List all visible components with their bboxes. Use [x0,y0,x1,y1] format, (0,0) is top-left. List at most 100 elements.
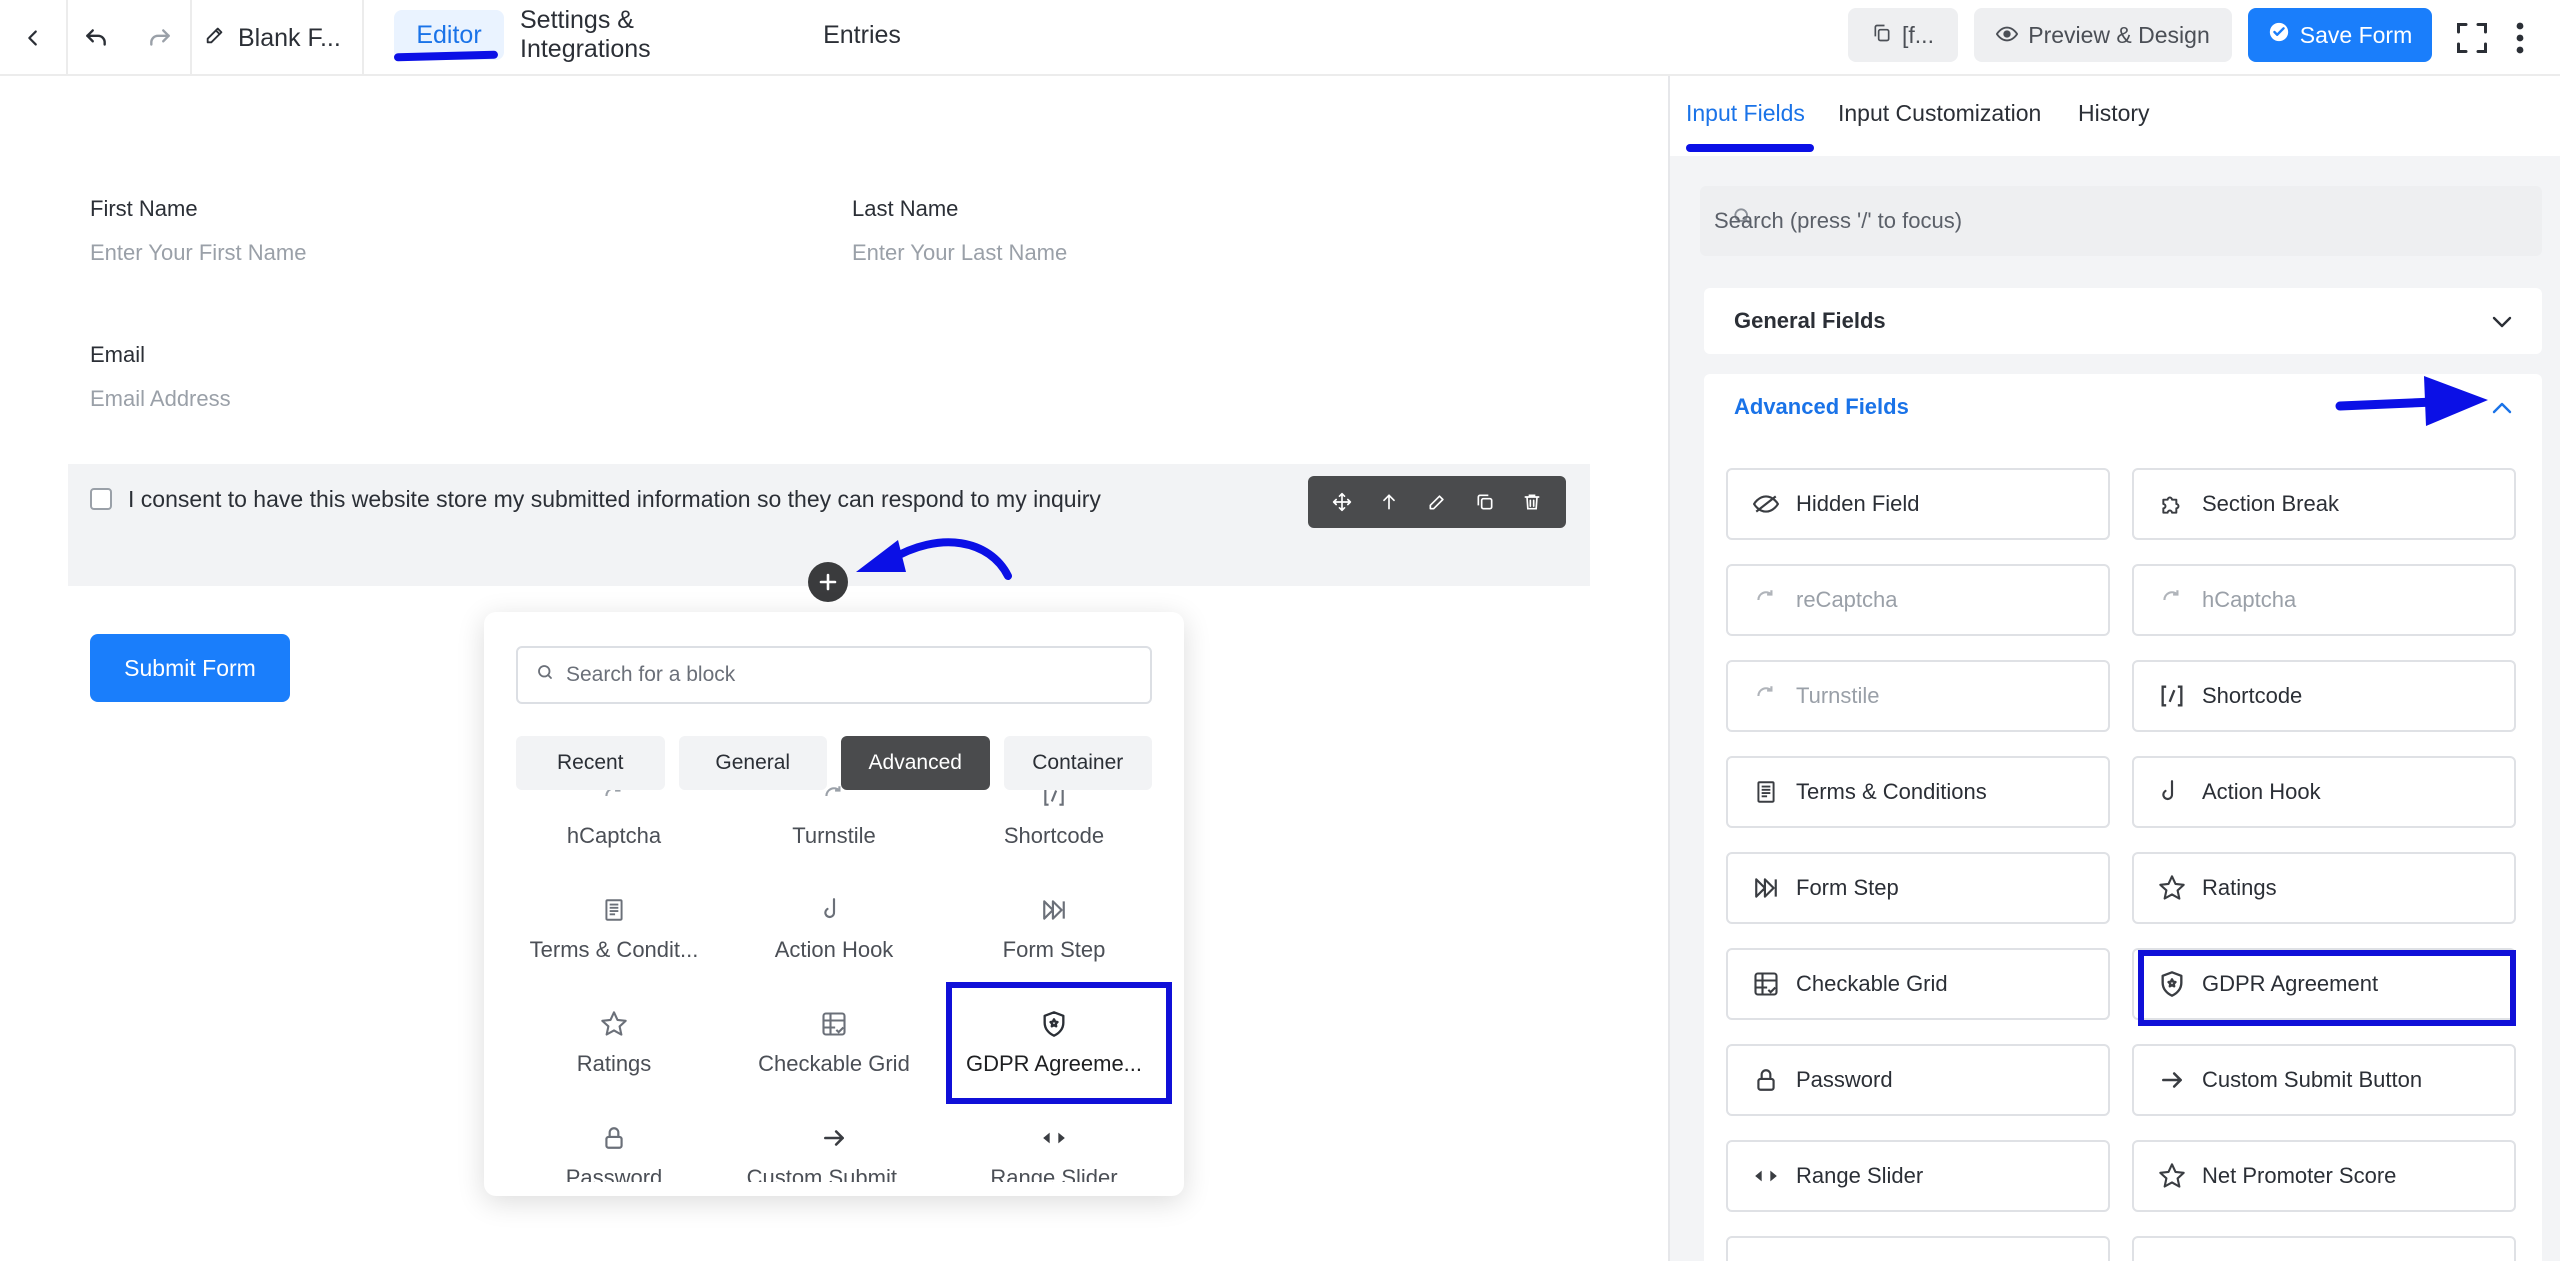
tab-general[interactable]: General [678,736,827,790]
add-block-button[interactable] [808,562,848,602]
block-item-label: Shortcode [1003,823,1105,848]
last-name-label: Last Name [852,196,959,221]
range-slider-icon [1039,1123,1069,1153]
tab-entries[interactable]: Entries [812,10,912,60]
annotation-box-sidepanel-gdpr [2138,950,2516,1026]
shortcode-icon [2158,682,2186,710]
star-icon [599,1009,629,1039]
block-item-label: Action Hook [774,937,894,962]
grid-check-icon [819,1009,849,1039]
edit-icon[interactable] [1423,488,1451,516]
back-icon[interactable] [0,0,66,76]
step-forward-icon [1752,874,1780,902]
block-item-action-hook[interactable]: Action Hook [724,874,944,984]
block-item-form-step[interactable]: Form Step [944,874,1164,984]
field-button-label: Ratings [2202,875,2277,900]
form-title[interactable]: Blank F... [204,0,341,76]
save-form-label: Save Form [2299,21,2413,48]
tab-recent[interactable]: Recent [516,736,665,790]
hook-icon [819,895,849,925]
block-item-shortcode[interactable]: Shortcode [944,782,1164,870]
move-up-icon[interactable] [1375,488,1403,516]
field-button-hidden-field[interactable]: Hidden Field [1726,468,2110,540]
field-button-section-break[interactable]: Section Break [2132,468,2516,540]
field-button-checkable-grid[interactable]: Checkable Grid [1726,948,2110,1020]
consent-checkbox[interactable] [90,488,112,510]
document-icon [599,895,629,925]
field-button-label: Form Step [1796,875,1899,900]
move-icon[interactable] [1328,488,1356,516]
fullscreen-icon[interactable] [2446,0,2498,76]
field-action-toolbar [1308,476,1566,528]
last-name-input[interactable]: Enter Your Last Name [852,240,1067,266]
undo-icon[interactable] [68,0,124,76]
chevron-up-icon [2492,394,2512,420]
field-button-partial[interactable] [1726,1236,2110,1261]
tab-input-customization[interactable]: Input Customization [1838,100,2041,127]
save-form-button[interactable]: Save Form [2248,8,2432,62]
field-button-custom-submit-button[interactable]: Custom Submit Button [2132,1044,2516,1116]
field-button-range-slider[interactable]: Range Slider [1726,1140,2110,1212]
email-label: Email [90,342,146,367]
tab-input-fields[interactable]: Input Fields [1686,100,1805,127]
field-button-label: Net Promoter Score [2202,1163,2397,1188]
field-button-partial[interactable] [2132,1236,2516,1261]
email-input[interactable]: Email Address [90,386,231,412]
block-search-input[interactable]: Search for a block [516,646,1152,704]
block-item-label: Form Step [1002,937,1106,962]
block-category-tabs: Recent General Advanced Container [516,736,1152,790]
tab-advanced[interactable]: Advanced [841,736,990,790]
check-circle-icon [2268,21,2290,49]
field-button-net-promoter-score[interactable]: Net Promoter Score [2132,1140,2516,1212]
copy-shortcode-button[interactable]: [f... [1848,8,1958,62]
form-title-text: Blank F... [238,23,341,52]
field-button-label: Range Slider [1796,1163,1924,1188]
captcha-icon [1752,586,1780,614]
block-item-checkable-grid[interactable]: Checkable Grid [724,988,944,1098]
block-item-range-slider[interactable]: Range Slider [944,1102,1164,1182]
block-item-hcaptcha[interactable]: hCaptcha [504,782,724,870]
block-item-terms-conditions[interactable]: Terms & Condit... [504,874,724,984]
copy-icon [1872,22,1892,49]
field-button-label: reCaptcha [1796,587,1898,612]
block-item-label: Password [565,1165,663,1182]
general-fields-accordion[interactable]: General Fields [1704,288,2542,354]
more-menu-icon[interactable] [2500,0,2540,76]
field-button-recaptcha[interactable]: reCaptcha [1726,564,2110,636]
block-item-ratings[interactable]: Ratings [504,988,724,1098]
field-button-turnstile[interactable]: Turnstile [1726,660,2110,732]
duplicate-icon[interactable] [1471,488,1499,516]
submit-form-button[interactable]: Submit Form [90,634,290,702]
tab-container[interactable]: Container [1003,736,1152,790]
field-button-password[interactable]: Password [1726,1044,2110,1116]
field-search-input[interactable]: Search (press '/' to focus) [1700,186,2542,256]
field-button-hcaptcha[interactable]: hCaptcha [2132,564,2516,636]
block-item-label: Custom Submit ... [746,1165,922,1182]
puzzle-icon [2158,490,2186,518]
field-button-label: Password [1796,1067,1893,1092]
field-button-form-step[interactable]: Form Step [1726,852,2110,924]
star-icon [2158,874,2186,902]
preview-design-button[interactable]: Preview & Design [1974,8,2232,62]
redo-icon[interactable] [132,0,188,76]
block-item-password[interactable]: Password [504,1102,724,1182]
field-button-label: Hidden Field [1796,491,1920,516]
first-name-label: First Name [90,196,198,221]
field-button-terms-conditions[interactable]: Terms & Conditions [1726,756,2110,828]
arrow-right-icon [819,1123,849,1153]
field-button-action-hook[interactable]: Action Hook [2132,756,2516,828]
tab-settings-integrations[interactable]: Settings & Integrations [520,6,742,63]
block-item-turnstile[interactable]: Turnstile [724,782,944,870]
field-button-label: Checkable Grid [1796,971,1948,996]
field-button-ratings[interactable]: Ratings [2132,852,2516,924]
step-forward-icon [1039,895,1069,925]
trash-icon[interactable] [1518,488,1546,516]
annotation-box-popup-gdpr [946,982,1172,1104]
block-item-label: Ratings [576,1051,652,1076]
field-button-label: Turnstile [1796,683,1880,708]
block-item-custom-submit[interactable]: Custom Submit ... [724,1102,944,1182]
pencil-icon [204,24,226,53]
first-name-input[interactable]: Enter Your First Name [90,240,306,266]
tab-history[interactable]: History [2078,100,2150,127]
field-button-shortcode[interactable]: Shortcode [2132,660,2516,732]
